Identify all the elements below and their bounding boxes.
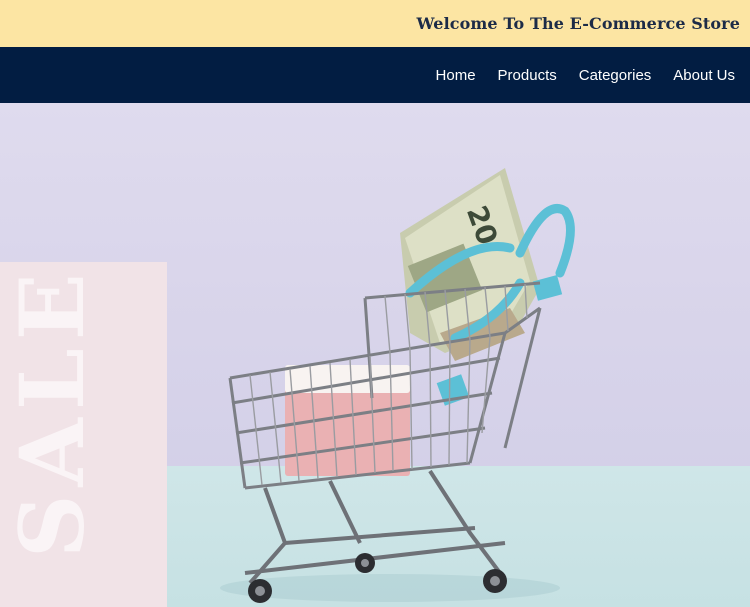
nav-categories-link[interactable]: Categories <box>579 67 652 84</box>
nav-about-us-link[interactable]: About Us <box>673 67 735 84</box>
main-nav: Home Products Categories About Us <box>0 47 750 103</box>
shopping-cart-image: 20 <box>220 168 575 603</box>
nav-home-link[interactable]: Home <box>436 67 476 84</box>
hero-banner: SALE 20 <box>0 103 750 607</box>
welcome-bar: Welcome To The E-Commerce Store <box>0 0 750 47</box>
nav-products-link[interactable]: Products <box>498 67 557 84</box>
welcome-heading: Welcome To The E-Commerce Store <box>416 14 740 33</box>
cart-frame <box>244 469 506 585</box>
